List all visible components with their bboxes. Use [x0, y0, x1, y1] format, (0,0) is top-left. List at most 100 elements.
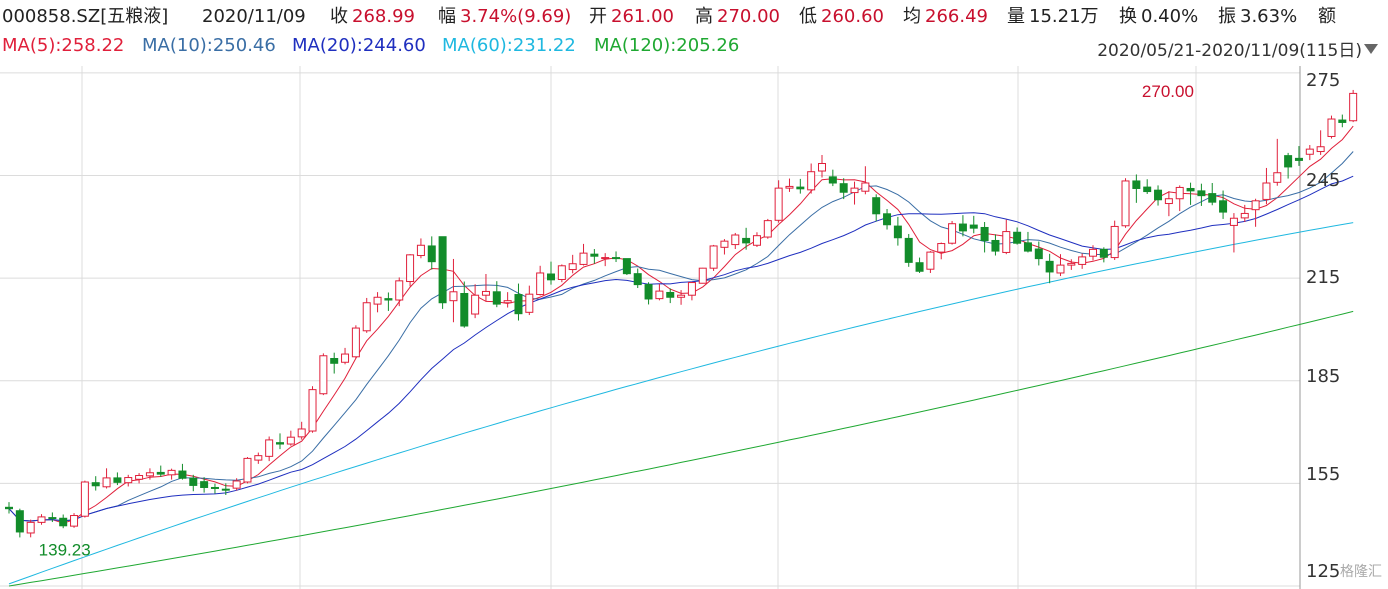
y-tick-label: 215: [1306, 267, 1341, 288]
candle-body: [536, 272, 545, 296]
candle-body: [265, 439, 274, 457]
vol-label: 量: [1007, 6, 1025, 27]
candle-body: [1013, 231, 1022, 244]
candle-body: [221, 488, 230, 491]
candle-body: [471, 294, 480, 315]
ma5-legend: MA(5):258.22: [2, 35, 125, 56]
y-tick-label: 125: [1306, 561, 1341, 582]
candle-body: [763, 220, 772, 238]
candle-body: [200, 481, 209, 488]
open-value: 261.00: [611, 6, 674, 27]
amp-label: 幅: [438, 6, 456, 27]
candle-body: [774, 187, 783, 221]
candle-body: [644, 284, 653, 300]
open-label: 开: [589, 6, 607, 27]
candle-body: [135, 475, 144, 480]
candle-body: [1208, 193, 1217, 203]
low-value: 260.60: [821, 6, 884, 27]
ma10-legend: MA(10):250.46: [142, 35, 276, 56]
candle-body: [980, 226, 989, 241]
candle-body: [1219, 200, 1228, 213]
candle-body: [395, 280, 404, 301]
stock-code[interactable]: 000858.SZ[五粮液]: [2, 6, 168, 28]
candle-body: [1284, 155, 1293, 168]
candle-body: [1154, 189, 1163, 201]
candle-body: [731, 234, 740, 246]
avg-label: 均: [903, 6, 921, 27]
vol-value: 15.21万: [1029, 6, 1099, 27]
candle-body: [124, 477, 133, 484]
candle-body: [91, 482, 100, 487]
candle-body: [286, 436, 295, 445]
candle-body: [1110, 225, 1119, 259]
candle-body: [687, 282, 696, 296]
candle-body: [1034, 248, 1043, 260]
candlestick-chart[interactable]: 270.00 139.23: [0, 66, 1388, 589]
candle-body: [210, 486, 219, 489]
candle-body: [1273, 172, 1282, 183]
candle-body: [752, 235, 761, 246]
candle-body: [1262, 182, 1271, 200]
candle-body: [254, 455, 263, 461]
candle-body: [633, 273, 642, 286]
ma10-line: [8, 151, 1354, 522]
high-value: 270.00: [717, 6, 780, 27]
candle-body: [1143, 186, 1152, 193]
candle-body: [1099, 248, 1108, 258]
ma20-legend: MA(20):244.60: [292, 35, 426, 56]
ma120-line: [8, 310, 1354, 587]
candle-body: [828, 176, 837, 184]
candle-body: [796, 186, 805, 190]
candle-body: [547, 273, 555, 281]
quote-date: 2020/11/09: [202, 6, 306, 27]
candle-body: [189, 477, 198, 486]
candle-body: [232, 480, 241, 489]
watermark-logo: 格隆汇: [1340, 564, 1382, 580]
candle-body: [698, 267, 707, 284]
candle-body: [926, 251, 935, 270]
candle-body: [1078, 256, 1087, 265]
candle-body: [893, 225, 902, 239]
candle-body: [937, 243, 946, 253]
candle-body: [449, 291, 458, 302]
swing-label: 振: [1218, 6, 1236, 27]
candle-body: [1121, 180, 1130, 227]
candle-body: [709, 245, 718, 269]
candle-body: [438, 236, 447, 304]
date-range[interactable]: 2020/05/21-2020/11/09(115日): [1097, 36, 1362, 61]
candle-body: [850, 187, 859, 194]
candle-body: [557, 265, 566, 280]
candle-body: [416, 244, 425, 257]
candle-body: [26, 521, 35, 534]
candle-body: [1294, 157, 1303, 161]
quote-header: 000858.SZ[五粮液] 2020/11/09 收 268.99 幅 3.7…: [0, 0, 1388, 32]
candle-body: [666, 291, 675, 298]
range-dropdown-icon[interactable]: [1364, 44, 1378, 54]
candle-body: [579, 252, 588, 265]
avg-value: 266.49: [925, 6, 988, 27]
candle-body: [1186, 187, 1195, 192]
candle-body: [503, 300, 512, 304]
candle-body: [5, 506, 13, 510]
candle-body: [969, 224, 978, 229]
candle-body: [991, 239, 1000, 252]
candle-body: [1175, 186, 1184, 200]
candle-body: [70, 515, 79, 527]
candle-body: [276, 442, 284, 445]
candle-body: [839, 183, 848, 193]
candle-body: [48, 517, 57, 520]
candle-body: [156, 471, 165, 475]
candle-body: [655, 290, 664, 300]
candle-body: [481, 290, 490, 296]
candle-body: [319, 355, 328, 395]
candle-body: [297, 428, 306, 438]
candle-body: [720, 240, 729, 248]
candle-body: [1045, 260, 1054, 273]
candle-body: [785, 185, 794, 189]
candle-body: [1327, 118, 1336, 137]
candle-body: [113, 477, 122, 483]
candle-body: [861, 182, 870, 192]
price-annotation: 139.23: [39, 540, 91, 559]
y-tick-label: 275: [1306, 70, 1341, 91]
candle-body: [1164, 198, 1173, 205]
